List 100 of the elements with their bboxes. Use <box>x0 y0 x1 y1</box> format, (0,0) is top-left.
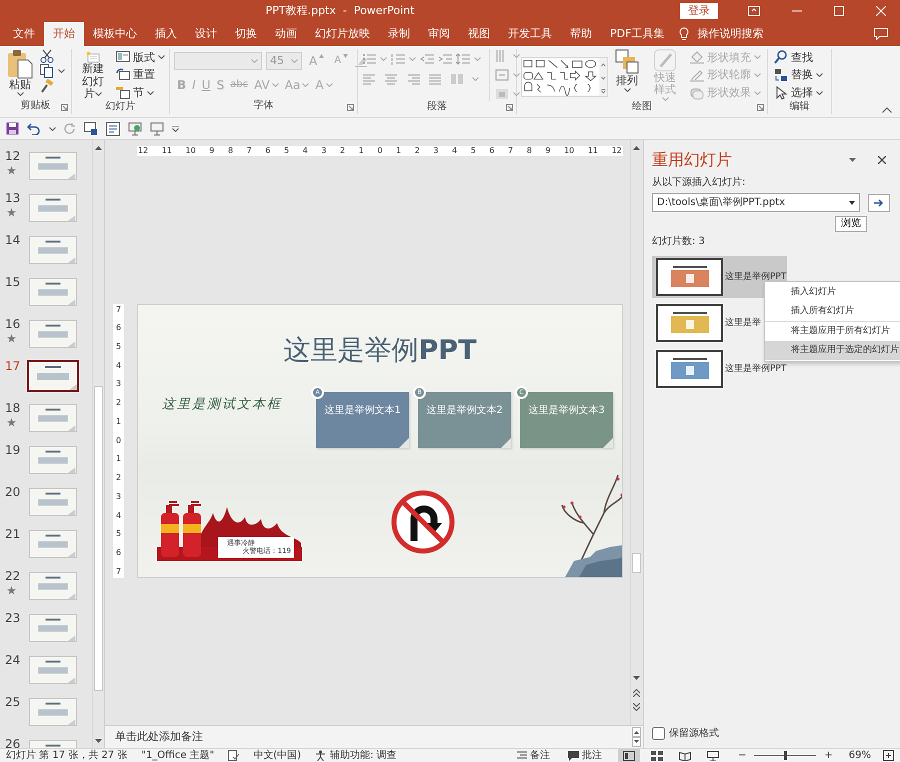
comments-button[interactable]: 批注 <box>566 749 604 762</box>
source-path-field[interactable]: D:\tools\桌面\举例PPT.pptx <box>652 193 860 212</box>
ribbon-tab[interactable]: 录制 <box>379 22 419 46</box>
search-hint[interactable]: 操作说明搜索 <box>697 27 764 41</box>
ribbon-tab[interactable]: 切换 <box>226 22 266 46</box>
ribbon-tab[interactable]: 审阅 <box>419 22 459 46</box>
ribbon-button[interactable]: 查找 <box>772 49 825 66</box>
scroll-down-icon[interactable] <box>633 676 640 681</box>
arrange-button[interactable]: 排列 <box>612 49 642 101</box>
ribbon-tab[interactable]: 视图 <box>459 22 499 46</box>
numbered-list-icon[interactable] <box>391 53 405 65</box>
scrollbar-thumb[interactable] <box>632 553 641 573</box>
format-painter-icon[interactable] <box>40 79 54 93</box>
zoom-out-button[interactable]: − <box>738 750 746 762</box>
spell-check-icon[interactable] <box>228 750 240 761</box>
zoom-level[interactable]: 69% <box>848 750 871 762</box>
slide-list-item[interactable]: 这里是举 <box>652 302 762 344</box>
ribbon-tab[interactable]: 开始 <box>44 22 84 46</box>
zoom-in-button[interactable]: + <box>824 750 833 762</box>
ribbon-tab[interactable]: 开发工具 <box>499 22 561 46</box>
clear-formatting-icon[interactable] <box>355 55 368 67</box>
align-center-icon[interactable] <box>384 73 398 85</box>
ribbon-tab[interactable]: 幻灯片放映 <box>306 22 379 46</box>
undo-icon[interactable] <box>27 122 41 134</box>
keep-formatting-checkbox[interactable] <box>652 727 665 740</box>
menu-item[interactable]: 插入所有幻灯片 <box>765 302 900 321</box>
scroll-up-icon[interactable] <box>95 145 102 150</box>
ribbon-tab[interactable]: 帮助 <box>561 22 601 46</box>
slide-thumbnail[interactable] <box>27 360 79 392</box>
lightbulb-icon[interactable] <box>679 27 690 41</box>
ribbon-tab[interactable]: 动画 <box>266 22 306 46</box>
ribbon-button[interactable]: 选择 <box>772 84 825 102</box>
font-name-field[interactable] <box>174 52 262 70</box>
justify-icon[interactable] <box>428 73 442 85</box>
menu-item[interactable]: 将主题应用于选定的幻灯片 <box>765 341 900 360</box>
ribbon-button[interactable]: 节 <box>114 84 167 102</box>
ribbon-tab[interactable]: 插入 <box>146 22 186 46</box>
notes-scroll-icon[interactable] <box>632 727 641 747</box>
bullet-list-icon[interactable] <box>362 53 376 65</box>
language-indicator[interactable]: 中文(中国) <box>253 750 302 762</box>
accessibility-status[interactable]: 辅助功能: 调查 <box>330 750 397 762</box>
decrease-indent-icon[interactable] <box>420 53 434 65</box>
go-button[interactable] <box>868 194 890 212</box>
scroll-down-icon[interactable] <box>95 739 102 744</box>
caret-icon[interactable] <box>816 73 823 77</box>
copy-icon[interactable] <box>40 64 54 78</box>
ribbon-tab[interactable]: 模板中心 <box>84 22 146 46</box>
increase-indent-icon[interactable] <box>438 53 452 65</box>
align-left-icon[interactable] <box>362 73 376 85</box>
dialog-launcher-icon[interactable] <box>506 104 513 111</box>
view-button[interactable] <box>618 749 640 762</box>
ribbon-button[interactable]: 替换 <box>772 66 825 84</box>
presenter-view-icon[interactable] <box>150 122 164 136</box>
customize-caret-icon[interactable] <box>172 126 179 132</box>
align-text-icon[interactable] <box>495 68 509 82</box>
previous-slide-icon[interactable] <box>633 689 640 697</box>
redo-icon[interactable] <box>64 122 76 134</box>
paste-button[interactable]: 粘贴 <box>4 49 36 100</box>
text-box-icon[interactable] <box>106 122 120 136</box>
login-button[interactable]: 登录 <box>680 3 718 19</box>
next-slide-icon[interactable] <box>633 703 640 711</box>
scrollbar-thumb[interactable] <box>94 386 103 691</box>
caret-icon[interactable] <box>49 126 56 130</box>
scrollbar[interactable] <box>92 140 104 748</box>
smartart-icon[interactable] <box>495 87 509 101</box>
caret-icon[interactable] <box>95 92 102 96</box>
caret-icon[interactable] <box>147 90 154 95</box>
dialog-launcher-icon[interactable] <box>757 104 764 111</box>
ribbon-button[interactable]: 重置 <box>114 66 167 84</box>
pane-options-icon[interactable] <box>849 158 856 162</box>
slide-show-icon[interactable] <box>84 122 98 136</box>
line-spacing-icon[interactable] <box>456 53 470 65</box>
caret-icon[interactable] <box>816 90 823 95</box>
scissors-icon[interactable] <box>40 49 54 63</box>
ribbon-tab[interactable]: 设计 <box>186 22 226 46</box>
dialog-launcher-icon[interactable] <box>347 104 354 111</box>
slide-list-item[interactable]: 这里是举例PPT <box>652 256 788 298</box>
caret-icon[interactable] <box>158 55 165 60</box>
maximize-icon[interactable] <box>834 6 844 16</box>
slider-thumb[interactable] <box>784 751 788 760</box>
dialog-launcher-icon[interactable] <box>61 104 68 111</box>
ribbon-tab[interactable]: 文件 <box>4 22 44 46</box>
collapse-ribbon-icon[interactable] <box>882 107 892 113</box>
close-icon[interactable] <box>878 156 886 164</box>
scroll-up-icon[interactable] <box>633 145 640 150</box>
menu-item[interactable]: 将主题应用于所有幻灯片 <box>765 322 900 341</box>
align-right-icon[interactable] <box>406 73 420 85</box>
browse-button[interactable]: 浏览 <box>835 216 867 232</box>
save-icon[interactable] <box>6 122 19 135</box>
new-slide-button[interactable]: 新建 幻灯片 <box>76 49 110 101</box>
ribbon-button[interactable]: 版式 <box>114 49 167 66</box>
fit-to-window-icon[interactable] <box>883 750 894 761</box>
scrollbar[interactable] <box>630 140 642 725</box>
ribbon-tab[interactable]: PDF工具集 <box>601 22 674 46</box>
caret-icon[interactable] <box>624 88 631 92</box>
notes-button[interactable]: 备注 <box>514 749 552 762</box>
ribbon-display-icon[interactable] <box>748 6 760 16</box>
presenter-icon[interactable] <box>128 122 142 136</box>
caret-icon[interactable] <box>58 69 65 73</box>
comment-icon[interactable] <box>874 28 888 40</box>
